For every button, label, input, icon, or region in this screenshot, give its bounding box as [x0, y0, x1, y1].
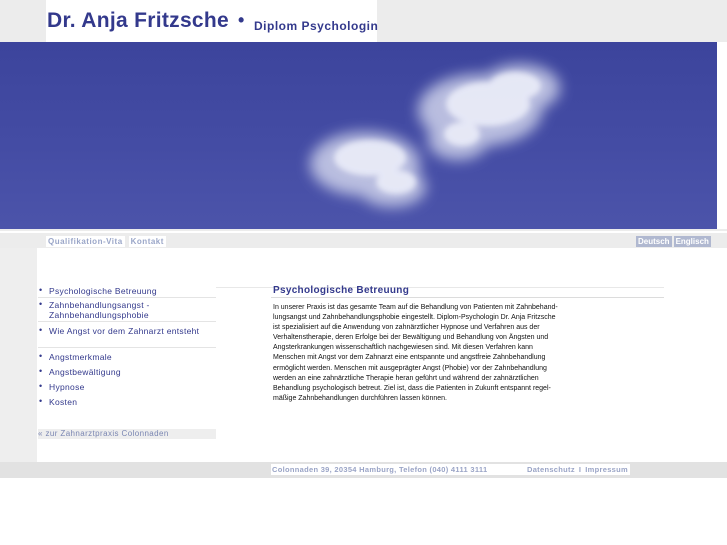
language-link-deutsch[interactable]: Deutsch [636, 236, 672, 247]
footer-address: Colonnaden 39, 20354 Hamburg, Telefon (0… [271, 464, 524, 475]
bullet-icon: • [39, 351, 43, 361]
footer-link-impressum[interactable]: Impressum [585, 464, 628, 475]
title-separator: • [238, 10, 245, 30]
footer-separator: I [578, 465, 582, 474]
title-underline [271, 297, 664, 298]
footer-links: Datenschutz I Impressum [523, 464, 630, 475]
body-text: In unserer Praxis ist das gesamte Team a… [273, 304, 558, 402]
bullet-icon: • [39, 366, 43, 376]
banner-divider [0, 231, 727, 233]
side-nav-hypnose[interactable]: • Hypnose [38, 381, 216, 392]
side-nav-wie-angst-entsteht[interactable]: • Wie Angst vor dem Zahnarzt entsteht [38, 325, 216, 348]
top-navigation: Qualifikation-Vita Kontakt [46, 236, 170, 247]
side-nav-label: Zahnbehandlungsangst - Zahnbehandlungsph… [49, 300, 150, 320]
side-nav-kosten[interactable]: • Kosten [38, 396, 216, 407]
site-header: Dr. Anja Fritzsche • Diplom Psychologin [46, 0, 379, 42]
clouds-illustration [310, 64, 560, 207]
left-margin-column [0, 248, 38, 462]
language-switcher: Deutsch Englisch [636, 236, 711, 247]
side-nav-psychologische-betreuung[interactable]: • Psychologische Betreuung [38, 285, 216, 298]
nav-link-qualifikation-vita[interactable]: Qualifikation-Vita [46, 236, 125, 247]
page-title: Psychologische Betreuung [273, 285, 410, 296]
sky-banner-image [0, 42, 717, 229]
side-nav-angstbewaeltigung[interactable]: • Angstbewältigung [38, 366, 130, 377]
site-subtitle: Diplom Psychologin [254, 19, 379, 33]
footer-link-datenschutz[interactable]: Datenschutz [527, 464, 575, 475]
bullet-icon: • [39, 285, 43, 295]
side-nav-label: Psychologische Betreuung [49, 286, 157, 296]
side-nav-label: Hypnose [49, 382, 85, 392]
side-nav-angstmerkmale[interactable]: • Angstmerkmale [38, 351, 216, 362]
side-nav-label: Kosten [49, 397, 78, 407]
bullet-icon: • [39, 325, 43, 335]
language-link-englisch[interactable]: Englisch [673, 236, 711, 247]
site-title: Dr. Anja Fritzsche [47, 9, 230, 32]
side-nav-label: Wie Angst vor dem Zahnarzt entsteht [49, 326, 200, 336]
side-nav-zahnbehandlungsangst[interactable]: • Zahnbehandlungsangst - Zahnbehandlungs… [38, 299, 216, 322]
bullet-icon: • [39, 299, 43, 309]
nav-link-kontakt[interactable]: Kontakt [128, 236, 166, 247]
bullet-icon: • [39, 396, 43, 406]
bullet-icon: • [39, 381, 43, 391]
back-link-zahnarztpraxis[interactable]: « zur Zahnarztpraxis Colonnaden [38, 429, 216, 439]
side-nav-label: Angstbewältigung [49, 367, 121, 377]
banner-edge [717, 42, 727, 229]
side-nav-label: Angstmerkmale [49, 352, 112, 362]
